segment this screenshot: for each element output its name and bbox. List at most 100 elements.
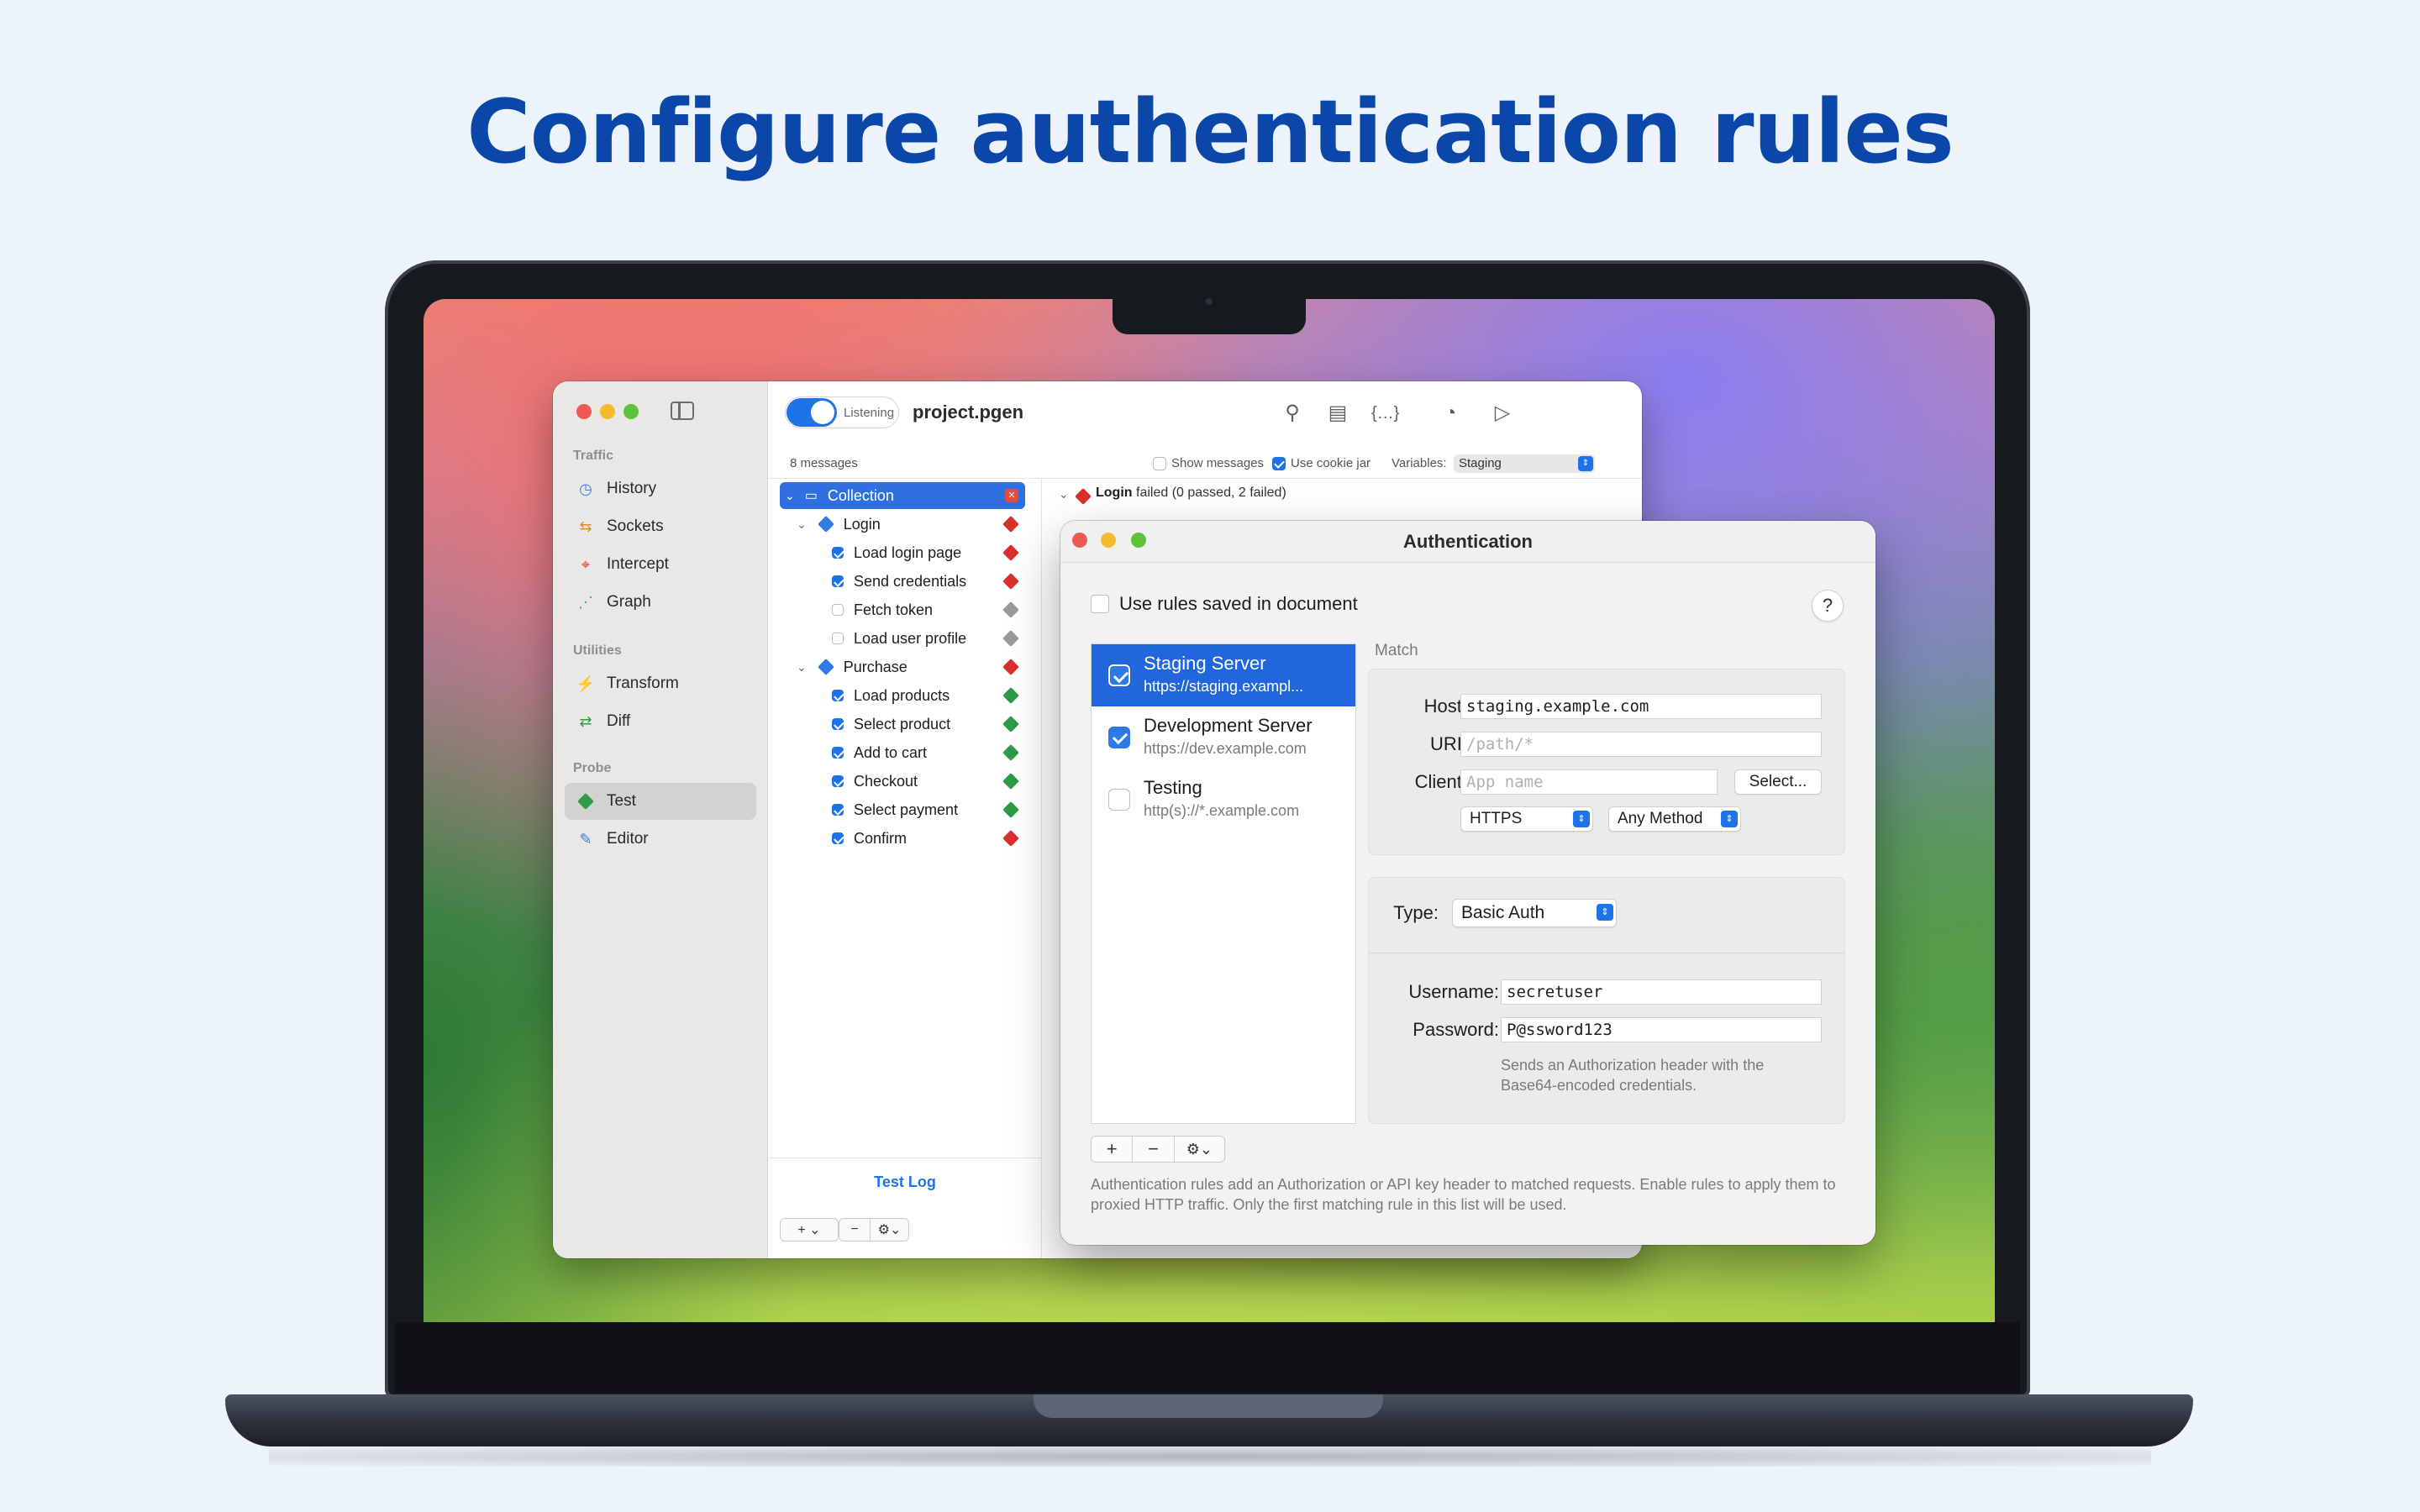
close-button[interactable] xyxy=(1072,533,1087,548)
rule-enabled-checkbox[interactable] xyxy=(1108,789,1130,811)
client-field[interactable]: App name xyxy=(1460,769,1718,795)
tree-item-checkbox[interactable] xyxy=(832,832,844,844)
tree-item-checkbox[interactable] xyxy=(832,775,844,787)
host-label: Host: xyxy=(1423,696,1467,717)
protocol-select[interactable]: HTTPS ⇕ xyxy=(1460,806,1593,832)
tree-item-checkbox[interactable] xyxy=(832,547,844,559)
add-menu-button[interactable]: + ⌄ xyxy=(780,1218,839,1242)
close-button[interactable] xyxy=(576,404,592,419)
select-client-button[interactable]: Select... xyxy=(1734,769,1822,795)
host-field[interactable]: staging.example.com xyxy=(1460,694,1822,719)
rule-enabled-checkbox[interactable] xyxy=(1108,664,1130,686)
tree-item[interactable]: Checkout xyxy=(832,768,1028,795)
play-icon[interactable]: ▷ xyxy=(1489,400,1516,427)
list-item-staging-server[interactable]: Staging Server https://staging.exampl... xyxy=(1092,644,1355,706)
archive-icon[interactable]: ▤ xyxy=(1324,400,1351,427)
sidebar-item-history[interactable]: ◷ History xyxy=(565,470,756,507)
tree-item-checkbox[interactable] xyxy=(832,633,844,644)
tree-item-checkbox[interactable] xyxy=(832,690,844,701)
clock-icon: ◷ xyxy=(579,480,592,497)
tree-group-login[interactable]: ⌄ Login xyxy=(797,511,1028,538)
use-saved-rules-checkbox[interactable] xyxy=(1091,595,1109,613)
listening-label: Listening xyxy=(844,406,895,420)
tree-item-checkbox[interactable] xyxy=(832,575,844,587)
gauge-icon[interactable]: ◔ xyxy=(1437,400,1464,427)
sidebar-toggle-icon[interactable] xyxy=(671,402,694,420)
tree-root-collection[interactable]: ⌄ ▭ Collection ✕ xyxy=(780,482,1025,509)
method-select[interactable]: Any Method ⇕ xyxy=(1608,806,1741,832)
username-field[interactable]: secretuser xyxy=(1501,979,1822,1005)
chevron-down-icon[interactable]: ⌄ xyxy=(797,517,807,532)
auth-hint: Sends an Authorization header with the B… xyxy=(1501,1057,1765,1094)
list-item-testing[interactable]: Testing http(s)://*.example.com xyxy=(1092,769,1355,831)
show-messages-checkbox[interactable] xyxy=(1153,457,1166,470)
uri-field[interactable]: /path/* xyxy=(1460,732,1822,757)
variables-select[interactable]: Staging ⇕ xyxy=(1454,454,1595,473)
password-field[interactable]: P@ssword123 xyxy=(1501,1017,1822,1042)
rule-url: https://staging.exampl... xyxy=(1144,678,1304,695)
tree-item-label: Select product xyxy=(854,715,951,732)
arrows-icon: ⇆ xyxy=(579,517,592,535)
minus-icon[interactable]: − xyxy=(839,1219,871,1241)
tree-item-checkbox[interactable] xyxy=(832,747,844,759)
bolt-icon: ⚡ xyxy=(576,675,596,692)
status-diamond-icon xyxy=(1002,630,1019,647)
tree-item[interactable]: Load user profile xyxy=(832,625,1028,652)
tree-item-label: Load products xyxy=(854,686,950,704)
zoom-button[interactable] xyxy=(1131,533,1146,548)
diff-icon: ⇄ xyxy=(579,712,592,730)
cookie-jar-checkbox[interactable] xyxy=(1272,457,1286,470)
sidebar-item-diff[interactable]: ⇄ Diff xyxy=(565,703,756,740)
rules-list: Staging Server https://staging.exampl...… xyxy=(1091,643,1356,1124)
auth-type-select[interactable]: Basic Auth ⇕ xyxy=(1452,899,1617,927)
minimize-button[interactable] xyxy=(600,404,615,419)
tree-group-label: Purchase xyxy=(843,658,908,675)
tree-item[interactable]: Confirm xyxy=(832,825,1028,852)
sidebar-item-editor[interactable]: ✎ Editor xyxy=(565,821,756,858)
crosshair-icon: ⌖ xyxy=(581,555,591,573)
remove-rule-button[interactable]: − xyxy=(1133,1137,1175,1162)
tree-group-label: Login xyxy=(843,515,881,533)
tree-item[interactable]: Fetch token xyxy=(832,596,1028,623)
log-entry-name: Login xyxy=(1096,486,1133,500)
tree-group-purchase[interactable]: ⌄ Purchase xyxy=(797,654,1028,680)
status-diamond-icon xyxy=(1002,687,1019,704)
minimize-button[interactable] xyxy=(1101,533,1116,548)
status-diamond-icon xyxy=(1002,830,1019,847)
help-button[interactable]: ? xyxy=(1812,590,1844,622)
sidebar-item-graph[interactable]: ⋰ Graph xyxy=(565,584,756,621)
tree-item-checkbox[interactable] xyxy=(832,804,844,816)
gear-icon[interactable]: ⚙⌄ xyxy=(1175,1137,1224,1162)
sidebar-item-test[interactable]: Test xyxy=(565,783,756,820)
rule-enabled-checkbox[interactable] xyxy=(1108,727,1130,748)
sidebar-item-transform[interactable]: ⚡ Transform xyxy=(565,665,756,702)
status-diamond-icon xyxy=(1002,516,1019,533)
tree-item-label: Send credentials xyxy=(854,572,967,590)
gear-icon[interactable]: ⚙⌄ xyxy=(871,1219,908,1241)
zoom-button[interactable] xyxy=(623,404,639,419)
person-icon[interactable]: ⚲ xyxy=(1279,400,1306,427)
tree-item[interactable]: Send credentials xyxy=(832,568,1028,595)
tree-item[interactable]: Load products xyxy=(832,682,1028,709)
tree-item[interactable]: Select product xyxy=(832,711,1028,738)
add-rule-button[interactable]: + xyxy=(1092,1137,1134,1162)
tree-item[interactable]: Load login page xyxy=(832,539,1028,566)
tree-item-checkbox[interactable] xyxy=(832,718,844,730)
test-log-button[interactable]: Test Log xyxy=(768,1158,1042,1205)
tree-item-label: Add to cart xyxy=(854,743,928,761)
tree-item[interactable]: Select payment xyxy=(832,796,1028,823)
list-item-development-server[interactable]: Development Server https://dev.example.c… xyxy=(1092,706,1355,769)
sidebar-item-label: Editor xyxy=(607,830,649,848)
tree-item-label: Load user profile xyxy=(854,629,967,647)
test-diamond-icon xyxy=(576,792,595,811)
toolbar: Listening project.pgen ⚲ ▤ {…} ◔ ▷ xyxy=(768,381,1642,449)
dialog-footer-text: Authentication rules add an Authorizatio… xyxy=(1091,1176,1836,1213)
sidebar-item-sockets[interactable]: ⇆ Sockets xyxy=(565,508,756,545)
listening-toggle[interactable] xyxy=(786,398,837,427)
tree-item-checkbox[interactable] xyxy=(832,604,844,616)
chevron-down-icon[interactable]: ⌄ xyxy=(797,660,807,675)
variables-icon[interactable]: {…} xyxy=(1371,400,1399,427)
sidebar-section-traffic: Traffic xyxy=(573,449,614,463)
tree-item[interactable]: Add to cart xyxy=(832,739,1028,766)
sidebar-item-intercept[interactable]: ⌖ Intercept xyxy=(565,546,756,583)
